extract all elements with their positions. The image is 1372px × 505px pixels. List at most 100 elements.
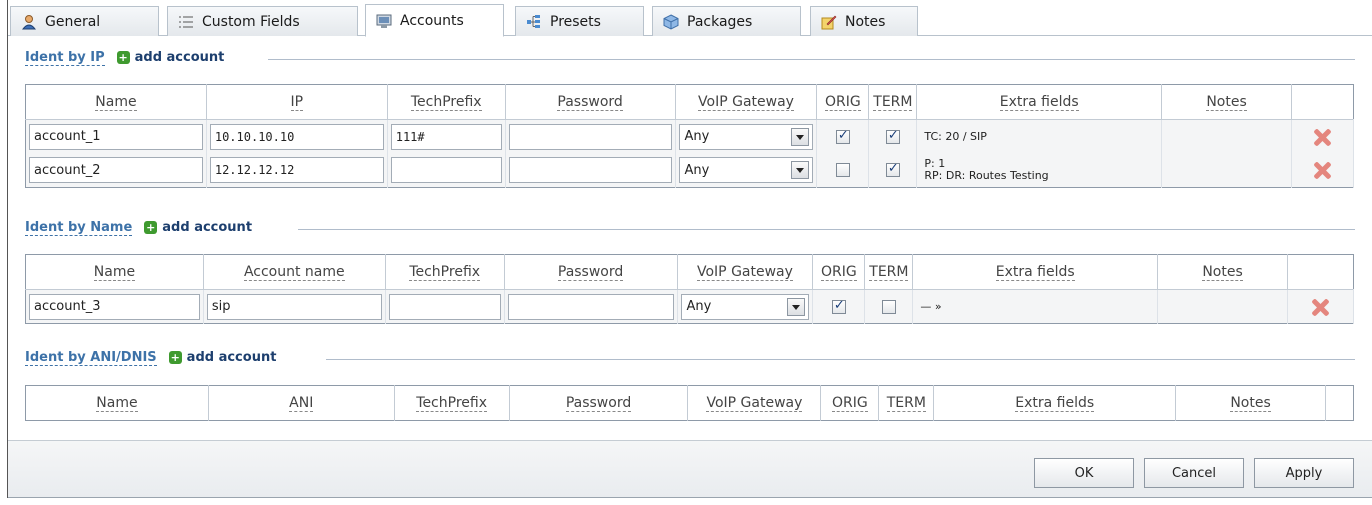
name-field[interactable]: account_1: [29, 123, 203, 150]
section-ident-by-ip: Ident by IP + add account: [25, 50, 224, 66]
name-accounts-table: Name Account name TechPrefix Password Vo…: [25, 254, 1355, 324]
tab-general[interactable]: General: [10, 6, 159, 36]
col-header-actions: [1287, 254, 1354, 290]
accounts-icon: [376, 13, 392, 29]
techprefix-field[interactable]: 111#: [390, 123, 502, 150]
section-divider: [326, 359, 1355, 360]
col-header-name[interactable]: Name: [25, 254, 204, 290]
tab-accounts[interactable]: Accounts: [365, 4, 504, 37]
apply-button[interactable]: Apply: [1254, 458, 1354, 488]
add-account-ip-button[interactable]: + add account: [116, 50, 224, 65]
chevron-down-icon[interactable]: [791, 127, 810, 146]
col-header-password[interactable]: Password: [505, 84, 676, 120]
list-icon: [178, 14, 194, 30]
delete-icon[interactable]: [1311, 298, 1329, 316]
voip-gateway-select[interactable]: Any: [678, 123, 814, 150]
section-title-name[interactable]: Ident by Name: [25, 220, 133, 236]
tab-bar: General Custom Fields Accounts Presets P…: [8, 0, 1372, 37]
col-header-notes[interactable]: Notes: [1161, 84, 1292, 120]
delete-icon[interactable]: [1313, 161, 1331, 179]
extra-fields-value[interactable]: TC: 20 / SIP: [920, 130, 1158, 143]
extra-fields-value[interactable]: P: 1 RP: DR: Routes Testing: [920, 158, 1158, 182]
col-header-techprefix[interactable]: TechPrefix: [385, 254, 505, 290]
notes-icon: [821, 14, 837, 30]
password-field[interactable]: [508, 157, 672, 184]
tab-custom-fields[interactable]: Custom Fields: [167, 6, 358, 36]
chevron-down-icon[interactable]: [791, 161, 810, 180]
section-divider: [268, 59, 1355, 60]
tab-packages[interactable]: Packages: [652, 6, 801, 36]
col-header-orig[interactable]: ORIG: [812, 254, 866, 290]
password-field[interactable]: [507, 293, 674, 320]
table-row: account_3 sip Any — »: [25, 289, 1355, 324]
chevron-down-icon[interactable]: [787, 297, 806, 316]
table-row: account_1 10.10.10.10 111# Any TC: 20 / …: [25, 119, 1355, 154]
col-header-voip-gateway[interactable]: VoIP Gateway: [677, 254, 814, 290]
col-header-extra-fields[interactable]: Extra fields: [933, 385, 1177, 421]
user-icon: [21, 14, 37, 30]
techprefix-field[interactable]: [390, 157, 502, 184]
col-header-actions: [1291, 84, 1354, 120]
tab-notes[interactable]: Notes: [810, 6, 918, 36]
voip-gateway-select[interactable]: Any: [678, 157, 814, 184]
notes-cell[interactable]: [1161, 119, 1292, 154]
ip-field[interactable]: 10.10.10.10: [209, 123, 384, 150]
orig-checkbox[interactable]: [831, 298, 846, 314]
delete-icon[interactable]: [1313, 128, 1331, 146]
orig-checkbox[interactable]: [835, 163, 850, 178]
col-header-password[interactable]: Password: [504, 254, 678, 290]
col-header-techprefix[interactable]: TechPrefix: [387, 84, 506, 120]
cancel-button[interactable]: Cancel: [1144, 458, 1244, 488]
tab-presets[interactable]: Presets: [515, 6, 644, 36]
add-account-ani-button[interactable]: + add account: [168, 350, 276, 365]
section-ident-by-name: Ident by Name + add account: [25, 220, 252, 236]
col-header-actions: [1325, 385, 1354, 421]
col-header-techprefix[interactable]: TechPrefix: [394, 385, 510, 421]
col-header-term[interactable]: TERM: [864, 254, 914, 290]
col-header-ani[interactable]: ANI: [208, 385, 395, 421]
notes-cell[interactable]: [1157, 289, 1288, 324]
col-header-name[interactable]: Name: [25, 385, 209, 421]
name-field[interactable]: account_3: [29, 293, 200, 320]
col-header-extra-fields[interactable]: Extra fields: [916, 84, 1163, 120]
section-ident-by-ani-dnis: Ident by ANI/DNIS + add account: [25, 350, 276, 366]
plus-icon: +: [168, 351, 182, 364]
col-header-account-name[interactable]: Account name: [203, 254, 386, 290]
ani-accounts-table: Name ANI TechPrefix Password VoIP Gatewa…: [25, 385, 1354, 421]
term-checkbox[interactable]: [881, 299, 896, 314]
col-header-term[interactable]: TERM: [868, 84, 918, 120]
plus-icon: +: [144, 221, 158, 234]
section-title-ip[interactable]: Ident by IP: [25, 50, 105, 66]
col-header-notes[interactable]: Notes: [1175, 385, 1326, 421]
ip-accounts-table: Name IP TechPrefix Password VoIP Gateway…: [25, 84, 1355, 188]
plus-icon: +: [116, 51, 130, 64]
table-row: account_2 12.12.12.12 Any P: 1RP: DR: Ro…: [25, 153, 1355, 188]
voip-gateway-select[interactable]: Any: [680, 293, 810, 320]
extra-fields-value[interactable]: — »: [916, 300, 1154, 313]
password-field[interactable]: [508, 123, 672, 150]
col-header-password[interactable]: Password: [509, 385, 689, 421]
col-header-notes[interactable]: Notes: [1157, 254, 1288, 290]
col-header-orig[interactable]: ORIG: [816, 84, 870, 120]
col-header-voip-gateway[interactable]: VoIP Gateway: [687, 385, 822, 421]
col-header-name[interactable]: Name: [25, 84, 207, 120]
col-header-voip-gateway[interactable]: VoIP Gateway: [675, 84, 818, 120]
account-name-field[interactable]: sip: [206, 293, 382, 320]
col-header-extra-fields[interactable]: Extra fields: [912, 254, 1159, 290]
ip-field[interactable]: 12.12.12.12: [209, 157, 384, 184]
dialog-footer: OK Cancel Apply: [8, 440, 1372, 498]
notes-cell[interactable]: [1161, 153, 1292, 188]
section-title-ani-dnis[interactable]: Ident by ANI/DNIS: [25, 350, 157, 366]
name-field[interactable]: account_2: [29, 157, 203, 184]
ok-button[interactable]: OK: [1034, 458, 1134, 488]
package-icon: [663, 13, 679, 30]
col-header-ip[interactable]: IP: [206, 84, 388, 120]
section-divider: [298, 229, 1355, 230]
col-header-orig[interactable]: ORIG: [820, 385, 880, 421]
add-account-name-button[interactable]: + add account: [144, 220, 252, 235]
term-checkbox[interactable]: [885, 128, 900, 144]
col-header-term[interactable]: TERM: [878, 385, 935, 421]
techprefix-field[interactable]: [388, 293, 501, 320]
orig-checkbox[interactable]: [835, 128, 850, 144]
term-checkbox[interactable]: [885, 161, 900, 178]
